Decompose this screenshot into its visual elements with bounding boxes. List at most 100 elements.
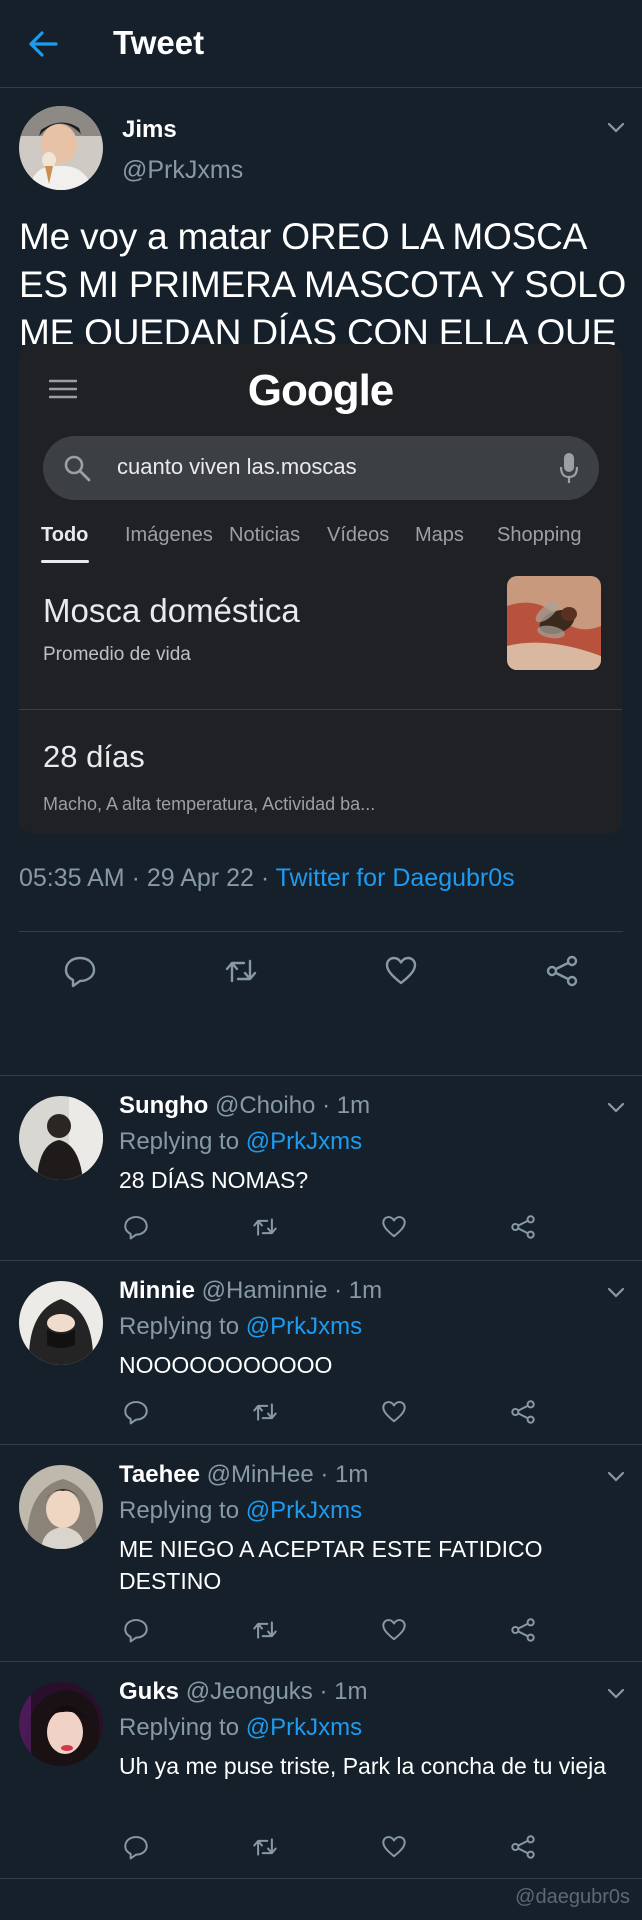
author-name[interactable]: Minnie [119, 1277, 195, 1304]
author-handle[interactable]: @Haminnie [202, 1277, 328, 1304]
result-value: 28 días [43, 739, 145, 774]
share-icon[interactable] [510, 1834, 536, 1860]
share-icon[interactable] [545, 954, 579, 988]
reply-icon[interactable] [63, 954, 97, 988]
search-query: cuanto viven las.moscas [117, 454, 357, 479]
divider [19, 709, 622, 710]
reply-time: 1m [334, 1678, 368, 1705]
separator: · [253, 864, 276, 892]
tab-noticias: Noticias [229, 524, 301, 546]
avatar[interactable] [19, 1281, 103, 1365]
author-name[interactable]: Guks [119, 1678, 179, 1705]
share-icon[interactable] [510, 1214, 536, 1240]
reply-actions [0, 1214, 642, 1244]
page-title: Tweet [113, 24, 205, 61]
tabs-fade [582, 524, 622, 554]
replying-to: Replying to @PrkJxms [119, 1497, 363, 1524]
author-handle[interactable]: @MinHee [207, 1461, 314, 1488]
reply-time: 1m [335, 1461, 369, 1488]
chevron-down-icon[interactable] [606, 1100, 626, 1114]
chevron-down-icon[interactable] [606, 1285, 626, 1299]
author-handle[interactable]: @PrkJxms [122, 156, 243, 185]
retweet-icon[interactable] [224, 954, 258, 988]
reply-header: Minnie @Haminnie · 1m [119, 1277, 383, 1304]
reply-header: Sungho @Choiho · 1m [119, 1092, 371, 1119]
author-name[interactable]: Taehee [119, 1461, 200, 1488]
share-icon[interactable] [510, 1617, 536, 1643]
chevron-down-icon[interactable] [606, 1686, 626, 1700]
fly-thumbnail [507, 576, 601, 670]
mention-link[interactable]: @PrkJxms [246, 1714, 362, 1741]
retweet-icon[interactable] [252, 1617, 278, 1643]
chevron-down-icon[interactable] [606, 120, 626, 134]
reply-tweet[interactable]: Guks @Jeonguks · 1m Replying to @PrkJxms… [0, 1661, 642, 1879]
author-name[interactable]: Sungho [119, 1092, 208, 1119]
result-detail: Macho, A alta temperatura, Actividad ba.… [43, 794, 376, 814]
tweet-date: 29 Apr 22 [146, 864, 254, 892]
tab-videos: Vídeos [327, 524, 390, 546]
avatar[interactable] [19, 1096, 103, 1180]
reply-text: ME NIEGO A ACEPTAR ESTE FATIDICO DESTINO [119, 1536, 543, 1594]
author-name[interactable]: Jims [122, 116, 177, 144]
reply-text: Uh ya me puse triste, Park la concha de … [119, 1753, 607, 1779]
reply-icon[interactable] [123, 1834, 149, 1860]
mention-link[interactable]: @PrkJxms [246, 1128, 362, 1155]
search-icon [63, 454, 91, 482]
mention-link[interactable]: @PrkJxms [246, 1497, 362, 1524]
tab-todo: Todo [41, 524, 89, 546]
reply-actions [0, 1617, 642, 1647]
reply-header: Taehee @MinHee · 1m [119, 1461, 369, 1488]
tab-shopping: Shopping [497, 524, 582, 546]
reply-actions [0, 1834, 642, 1864]
like-icon[interactable] [381, 1834, 407, 1860]
retweet-icon[interactable] [252, 1834, 278, 1860]
mic-icon [559, 452, 579, 484]
reply-icon[interactable] [123, 1214, 149, 1240]
author-handle[interactable]: @Choiho [215, 1092, 315, 1119]
avatar[interactable] [19, 1465, 103, 1549]
search-bar: cuanto viven las.moscas [43, 436, 599, 500]
reply-text: 28 DÍAS NOMAS? [119, 1167, 309, 1193]
mention-link[interactable]: @PrkJxms [246, 1313, 362, 1340]
tab-imagenes: Imágenes [125, 524, 213, 546]
reply-text: NOOOOOOOOOOO [119, 1352, 333, 1378]
attached-image[interactable]: Google cuanto viven las.moscas Todo Imág… [19, 344, 622, 834]
retweet-icon[interactable] [252, 1399, 278, 1425]
like-icon[interactable] [384, 954, 418, 988]
reply-tweet[interactable]: Minnie @Haminnie · 1m Replying to @PrkJx… [0, 1260, 642, 1444]
reply-time: 1m [348, 1277, 383, 1304]
replying-to: Replying to @PrkJxms [119, 1128, 363, 1155]
google-logo: Google [247, 366, 395, 415]
reply-tweet[interactable]: Taehee @MinHee · 1m Replying to @PrkJxms… [0, 1444, 642, 1661]
like-icon[interactable] [381, 1617, 407, 1643]
result-subtitle: Promedio de vida [43, 644, 191, 665]
avatar[interactable] [19, 1682, 103, 1766]
retweet-icon[interactable] [252, 1214, 278, 1240]
tab-maps: Maps [415, 524, 464, 546]
top-bar: Tweet [0, 0, 642, 88]
replying-to: Replying to @PrkJxms [119, 1714, 363, 1741]
like-icon[interactable] [381, 1399, 407, 1425]
separator: · [124, 864, 147, 892]
watermark: @daegubr0s [515, 1886, 630, 1908]
author-handle[interactable]: @Jeonguks [186, 1678, 313, 1705]
active-tab-indicator [41, 560, 89, 563]
replying-to: Replying to @PrkJxms [119, 1313, 363, 1340]
tweet-source-link[interactable]: Twitter for Daegubr0s [276, 864, 515, 892]
reply-actions [0, 1399, 642, 1429]
tweet-actions [0, 932, 642, 1016]
reply-icon[interactable] [123, 1617, 149, 1643]
like-icon[interactable] [381, 1214, 407, 1240]
back-arrow-icon[interactable] [28, 30, 58, 58]
reply-tweet[interactable]: Sungho @Choiho · 1m Replying to @PrkJxms… [0, 1075, 642, 1260]
tweet-time: 05:35 AM [19, 864, 125, 892]
reply-header: Guks @Jeonguks · 1m [119, 1678, 368, 1705]
reply-time: 1m [336, 1092, 371, 1119]
chevron-down-icon[interactable] [606, 1469, 626, 1483]
avatar[interactable] [19, 106, 103, 190]
share-icon[interactable] [510, 1399, 536, 1425]
result-title: Mosca doméstica [43, 592, 300, 629]
reply-icon[interactable] [123, 1399, 149, 1425]
google-tabs: Todo Imágenes Noticias Vídeos Maps Shopp… [19, 524, 622, 568]
tweet-meta: 05:35 AM · 29 Apr 22 · Twitter for Daegu… [19, 864, 515, 893]
